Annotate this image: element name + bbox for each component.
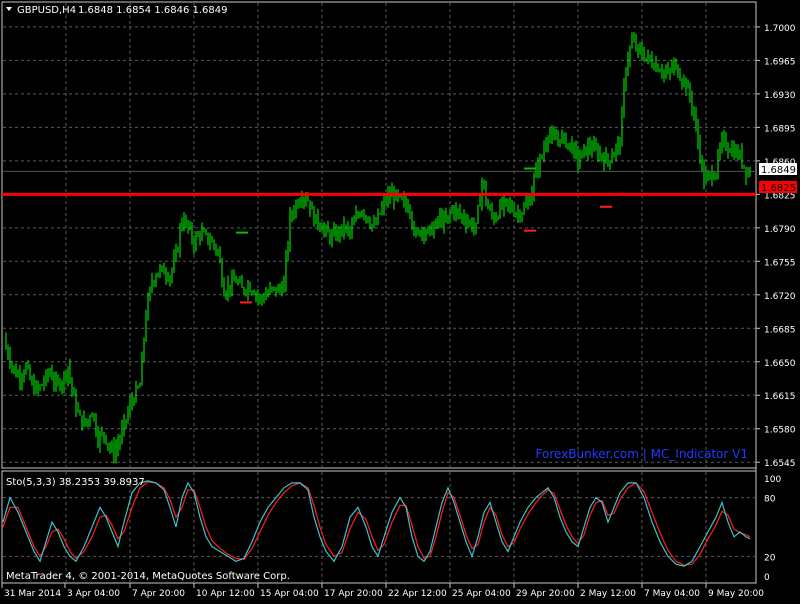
indicator-label: Sto(5,3,3) 38.2353 39.8937 — [6, 477, 145, 488]
trading-chart-window[interactable]: GBPUSD,H4 1.6848 1.6854 1.6846 1.6849 St… — [0, 0, 800, 600]
time-tick-label: 17 Apr 20:00 — [324, 589, 383, 599]
price-tick-label: 1.6930 — [764, 91, 796, 101]
time-tick-label: 25 Apr 04:00 — [452, 589, 511, 599]
time-tick-label: 29 Apr 20:00 — [516, 589, 575, 599]
price-tick-label: 1.7000 — [764, 24, 796, 34]
time-tick-label: 3 Apr 04:00 — [67, 589, 120, 599]
ohlc-label: 1.6848 1.6854 1.6846 1.6849 — [78, 5, 228, 16]
time-tick-label: 22 Apr 12:00 — [388, 589, 447, 599]
time-tick-label: 9 May 20:00 — [708, 589, 764, 599]
current-price-badge: 1.6849 — [761, 165, 796, 176]
copyright-text: MetaTrader 4, © 2001-2014, MetaQuotes So… — [6, 571, 290, 582]
chart-canvas[interactable]: GBPUSD,H4 1.6848 1.6854 1.6846 1.6849 St… — [0, 0, 800, 600]
time-tick-label: 7 May 04:00 — [644, 589, 700, 599]
price-tick-label: 1.6685 — [764, 325, 796, 335]
line-price-badge: 1.6825 — [761, 183, 796, 194]
indicator-level-label: 80 — [764, 495, 776, 505]
price-tick-label: 1.6615 — [764, 392, 796, 402]
symbol-label: GBPUSD,H4 — [17, 5, 76, 16]
price-tick-label: 1.6755 — [764, 258, 796, 268]
price-tick-label: 1.6895 — [764, 124, 796, 134]
time-tick-label: 15 Apr 04:00 — [260, 589, 319, 599]
time-tick-label: 31 Mar 2014 — [4, 589, 61, 599]
price-tick-label: 1.6580 — [764, 426, 796, 436]
price-tick-label: 1.6965 — [764, 57, 796, 67]
time-tick-label: 7 Apr 20:00 — [132, 589, 185, 599]
time-tick-label: 2 May 12:00 — [580, 589, 636, 599]
time-tick-label: 10 Apr 12:00 — [196, 589, 255, 599]
price-tick-label: 1.6545 — [764, 459, 796, 469]
indicator-level-label: 0 — [764, 573, 770, 583]
price-tick-label: 1.6650 — [764, 359, 796, 369]
price-tick-label: 1.6790 — [764, 225, 796, 235]
price-tick-label: 1.6720 — [764, 292, 796, 302]
indicator-level-label: 20 — [764, 553, 776, 563]
indicator-level-label: 100 — [764, 475, 781, 485]
watermark-text: ForexBunker.com | MC_Indicator V1 — [536, 447, 748, 461]
